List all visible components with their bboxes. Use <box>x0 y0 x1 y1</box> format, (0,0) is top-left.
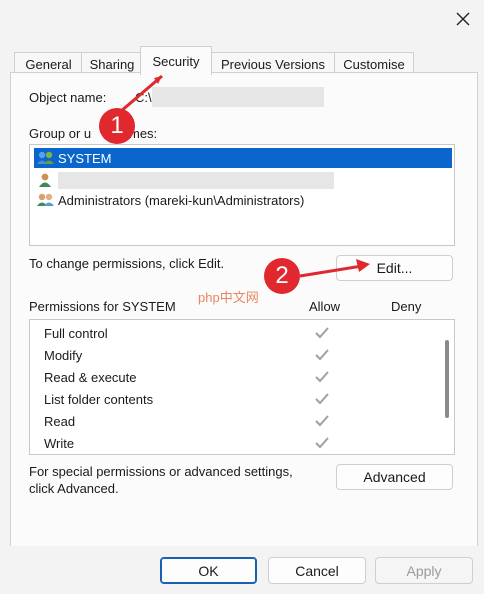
callout-1-badge: 1 <box>99 108 135 144</box>
tab-security[interactable]: Security <box>140 46 212 75</box>
callout-2-badge: 2 <box>264 258 300 294</box>
annotation-arrows <box>119 74 370 278</box>
